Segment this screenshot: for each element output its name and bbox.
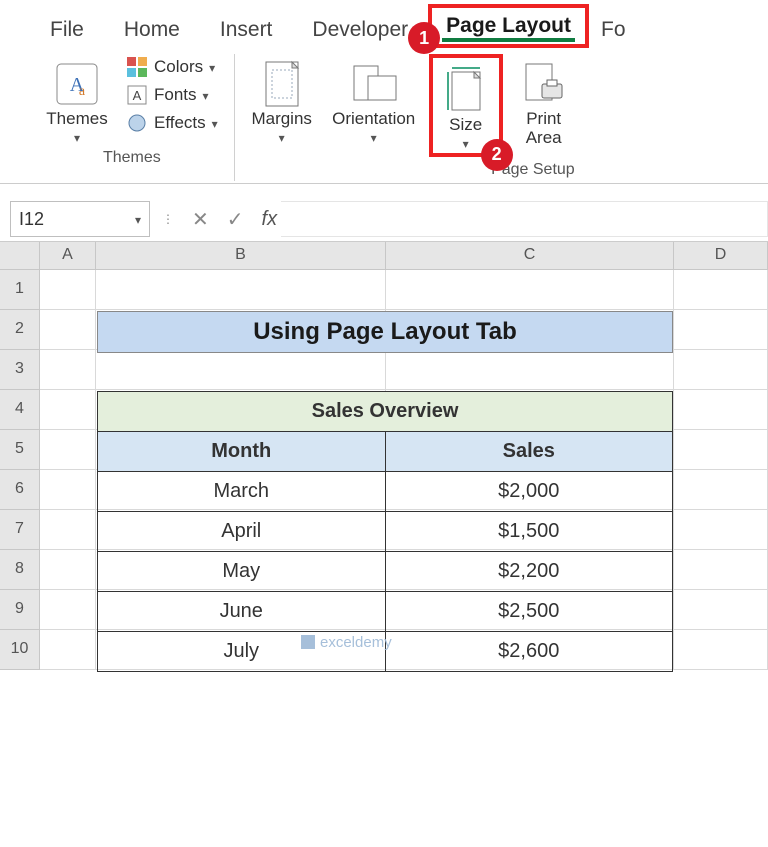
size-icon: [442, 64, 490, 116]
row-head[interactable]: 4: [0, 390, 40, 430]
fonts-button[interactable]: A Fonts ▾: [120, 82, 224, 108]
confirm-icon[interactable]: ✓: [223, 207, 248, 232]
formula-input[interactable]: [281, 201, 768, 237]
colors-label: Colors: [154, 57, 203, 77]
table-row: May$2,200: [98, 551, 673, 591]
name-box[interactable]: I12 ▾: [10, 201, 150, 237]
col-head-D[interactable]: D: [674, 242, 768, 270]
table-title: Sales Overview: [98, 391, 673, 431]
size-label: Size: [449, 116, 482, 135]
colors-icon: [126, 56, 148, 78]
size-button[interactable]: Size ▾: [435, 60, 497, 151]
table-row: June$2,500: [98, 591, 673, 631]
table-row: April$1,500: [98, 511, 673, 551]
chevron-down-icon: ▾: [463, 137, 469, 151]
formula-bar: I12 ▾ ⋮ ✕ ✓ fx: [0, 198, 768, 242]
cancel-icon[interactable]: ✕: [188, 207, 213, 232]
col-head-B[interactable]: B: [96, 242, 386, 270]
chevron-down-icon: ▾: [209, 61, 215, 75]
tab-file[interactable]: File: [30, 10, 104, 48]
chevron-down-icon: ▾: [371, 131, 377, 145]
orientation-button[interactable]: Orientation ▾: [325, 54, 423, 145]
chevron-down-icon: ▾: [135, 213, 141, 227]
group-themes-label: Themes: [103, 149, 161, 167]
orientation-icon: [350, 58, 398, 110]
margins-label: Margins: [251, 110, 311, 129]
tab-page-layout[interactable]: Page Layout: [438, 10, 579, 42]
tab-formulas-partial[interactable]: Fo: [589, 10, 646, 48]
table-row: March$2,000: [98, 471, 673, 511]
print-area-icon: [520, 58, 568, 110]
fonts-icon: A: [126, 84, 148, 106]
row-head[interactable]: 8: [0, 550, 40, 590]
dots-icon: ⋮: [158, 212, 178, 226]
themes-button[interactable]: Aa Themes ▾: [40, 54, 114, 145]
col-sales: Sales: [385, 431, 673, 471]
row-head[interactable]: 2: [0, 310, 40, 350]
worksheet: A B C D 1 2 3 4 5 6 7 8 9 10 Using Page …: [0, 242, 768, 670]
ribbon: Aa Themes ▾ Colors ▾ A Fonts: [0, 48, 768, 184]
banner-title: Using Page Layout Tab: [97, 311, 673, 353]
col-head-A[interactable]: A: [40, 242, 96, 270]
themes-label: Themes: [46, 110, 107, 129]
row-head[interactable]: 5: [0, 430, 40, 470]
row-head[interactable]: 6: [0, 470, 40, 510]
fx-icon[interactable]: fx: [258, 208, 282, 231]
row-head[interactable]: 9: [0, 590, 40, 630]
colors-button[interactable]: Colors ▾: [120, 54, 224, 80]
effects-icon: [126, 112, 148, 134]
chevron-down-icon: ▾: [203, 89, 209, 103]
select-all-corner[interactable]: [0, 242, 40, 270]
group-themes: Aa Themes ▾ Colors ▾ A Fonts: [30, 54, 235, 181]
chevron-down-icon: ▾: [212, 117, 218, 131]
row-head[interactable]: 1: [0, 270, 40, 310]
svg-text:A: A: [133, 88, 142, 103]
row-head[interactable]: 10: [0, 630, 40, 670]
margins-icon: [258, 58, 306, 110]
callout-2: 2: [481, 139, 513, 171]
themes-icon: Aa: [53, 58, 101, 110]
chevron-down-icon: ▾: [74, 131, 80, 145]
tab-insert[interactable]: Insert: [200, 10, 293, 48]
chevron-down-icon: ▾: [279, 131, 285, 145]
svg-text:a: a: [79, 84, 86, 99]
col-head-C[interactable]: C: [386, 242, 674, 270]
fonts-label: Fonts: [154, 85, 197, 105]
callout-1: 1: [408, 22, 440, 54]
effects-label: Effects: [154, 113, 206, 133]
margins-button[interactable]: Margins ▾: [245, 54, 319, 145]
sales-table: Sales Overview Month Sales March$2,000 A…: [97, 391, 673, 672]
row-head[interactable]: 7: [0, 510, 40, 550]
row-head[interactable]: 3: [0, 350, 40, 390]
effects-button[interactable]: Effects ▾: [120, 110, 224, 136]
tab-home[interactable]: Home: [104, 10, 200, 48]
watermark: exceldemy: [300, 634, 392, 651]
print-area-button[interactable]: Print Area: [509, 54, 579, 147]
print-area-label: Print Area: [526, 110, 562, 147]
group-page-setup: Margins ▾ Orientation ▾ 2 Size ▾: [235, 54, 589, 181]
ribbon-tabs: File Home Insert Developer 1 Page Layout…: [0, 0, 768, 48]
col-month: Month: [98, 431, 386, 471]
name-box-value: I12: [19, 209, 44, 230]
orientation-label: Orientation: [332, 110, 415, 129]
